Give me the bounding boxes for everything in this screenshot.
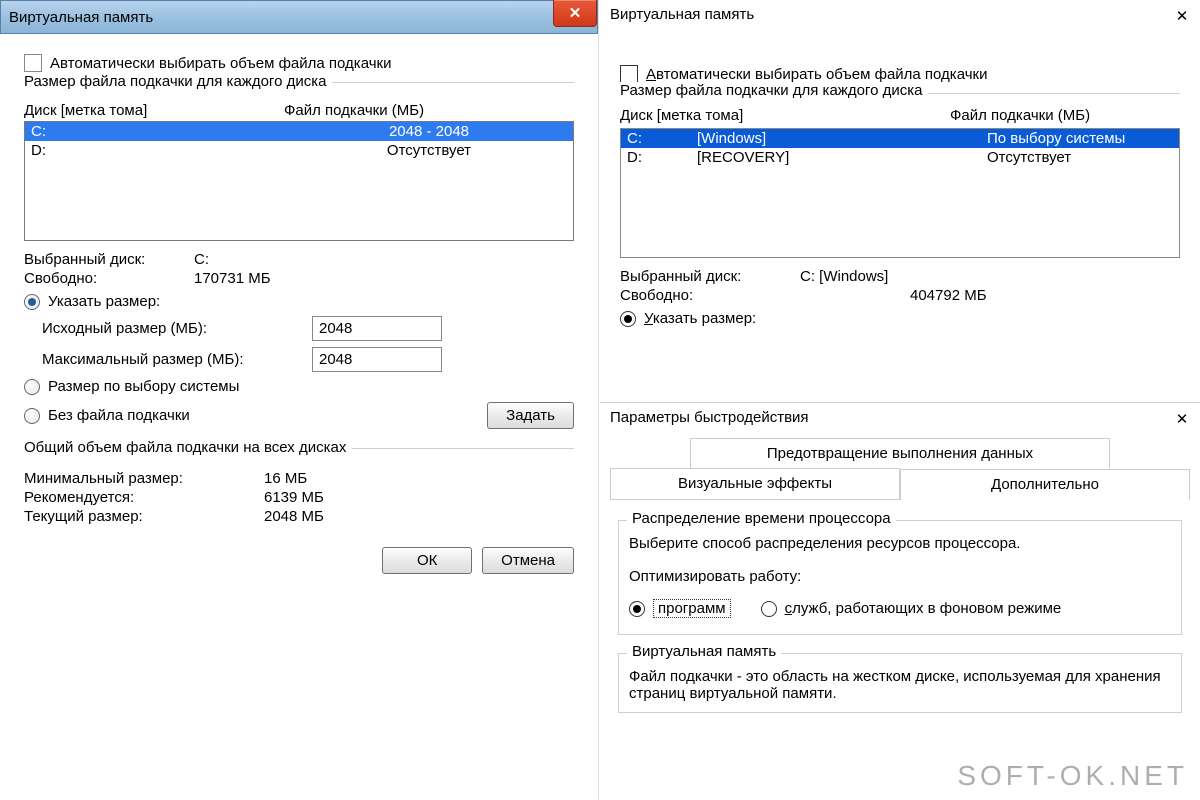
recommended-value: 6139 МБ	[264, 489, 324, 506]
services-radio[interactable]	[761, 601, 777, 617]
drive-listbox[interactable]: C: [Windows] По выбору системы D: [RECOV…	[620, 128, 1180, 258]
column-paging: Файл подкачки (МБ)	[284, 102, 574, 119]
vm-description: Файл подкачки - это область на жестком д…	[629, 668, 1171, 702]
close-icon: ✕	[1176, 410, 1189, 428]
drive-row[interactable]: D: Отсутствует	[25, 141, 573, 160]
recommended-label: Рекомендуется:	[24, 489, 264, 506]
auto-manage-label: Автоматически выбирать объем файла подка…	[50, 55, 391, 72]
window-title: Виртуальная память	[610, 6, 754, 23]
tab-visual-effects[interactable]: Визуальные эффекты	[610, 468, 900, 499]
column-paging: Файл подкачки (МБ)	[950, 107, 1180, 124]
tab-dep[interactable]: Предотвращение выполнения данных	[690, 438, 1110, 468]
initial-size-input[interactable]	[312, 316, 442, 341]
cpu-scheduling-group: Распределение времени процессора Выберит…	[618, 520, 1182, 635]
cancel-button[interactable]: Отмена	[482, 547, 574, 574]
max-size-label: Максимальный размер (МБ):	[42, 351, 302, 368]
custom-size-label: Указать размер:	[644, 310, 756, 327]
minimum-label: Минимальный размер:	[24, 470, 264, 487]
services-label: служб, работающих в фоновом режиме	[785, 600, 1062, 617]
cpu-group-legend: Распределение времени процессора	[627, 510, 896, 527]
drive-row[interactable]: C: [Windows] По выбору системы	[621, 129, 1179, 148]
column-drive: Диск [метка тома]	[24, 102, 284, 119]
custom-size-radio[interactable]	[620, 311, 636, 327]
drive-listbox[interactable]: C: 2048 - 2048 D: Отсутствует	[24, 121, 574, 241]
titlebar[interactable]: Параметры быстродействия ✕	[600, 403, 1200, 432]
no-paging-radio[interactable]	[24, 408, 40, 424]
tab-advanced[interactable]: Дополнительно	[900, 469, 1190, 500]
initial-size-label: Исходный размер (МБ):	[42, 320, 302, 337]
optimize-label: Оптимизировать работу:	[629, 568, 1171, 585]
selected-drive-value: C:	[194, 251, 209, 268]
close-button[interactable]: ✕	[553, 0, 597, 27]
window-title: Параметры быстродействия	[610, 409, 809, 426]
per-drive-legend: Размер файла подкачки для каждого диска	[620, 82, 928, 99]
per-drive-legend: Размер файла подкачки для каждого диска	[24, 73, 332, 90]
free-space-label: Свободно:	[24, 270, 194, 287]
close-button[interactable]: ✕	[1172, 409, 1192, 429]
set-button[interactable]: Задать	[487, 402, 574, 429]
per-drive-group: Размер файла подкачки для каждого диска …	[620, 93, 1180, 327]
virtual-memory-dialog-win7: Виртуальная память ✕ Автоматически выбир…	[0, 0, 599, 800]
auto-manage-checkbox[interactable]	[24, 54, 42, 72]
programs-label: программ	[653, 599, 731, 618]
drive-row[interactable]: D: [RECOVERY] Отсутствует	[621, 148, 1179, 167]
total-group: Общий объем файла подкачки на всех диска…	[24, 448, 574, 525]
no-paging-label: Без файла подкачки	[48, 407, 190, 424]
free-space-value: 170731 МБ	[194, 270, 271, 287]
max-size-input[interactable]	[312, 347, 442, 372]
current-label: Текущий размер:	[24, 508, 264, 525]
custom-size-label: Указать размер:	[48, 293, 160, 310]
performance-options-dialog: Параметры быстродействия ✕ Предотвращени…	[600, 402, 1200, 800]
per-drive-group: Размер файла подкачки для каждого диска …	[24, 82, 574, 430]
auto-manage-checkbox[interactable]	[620, 65, 638, 83]
free-space-label: Свободно:	[620, 287, 800, 304]
titlebar[interactable]: Виртуальная память ✕	[600, 0, 1200, 29]
column-drive: Диск [метка тома]	[620, 107, 950, 124]
drive-row[interactable]: C: 2048 - 2048	[25, 122, 573, 141]
titlebar[interactable]: Виртуальная память ✕	[0, 0, 598, 34]
selected-drive-value: C: [Windows]	[800, 268, 888, 285]
system-managed-radio[interactable]	[24, 379, 40, 395]
total-legend: Общий объем файла подкачки на всех диска…	[24, 439, 352, 456]
virtual-memory-group: Виртуальная память Файл подкачки - это о…	[618, 653, 1182, 713]
window-title: Виртуальная память	[9, 9, 153, 26]
programs-radio[interactable]	[629, 601, 645, 617]
close-button[interactable]: ✕	[1172, 6, 1192, 26]
vm-group-legend: Виртуальная память	[627, 643, 781, 660]
close-icon: ✕	[569, 4, 582, 22]
custom-size-radio[interactable]	[24, 294, 40, 310]
selected-drive-label: Выбранный диск:	[620, 268, 800, 285]
ok-button[interactable]: ОК	[382, 547, 472, 574]
selected-drive-label: Выбранный диск:	[24, 251, 194, 268]
free-space-value: 404792 МБ	[800, 287, 987, 304]
current-value: 2048 МБ	[264, 508, 324, 525]
auto-manage-label: Автоматически выбирать объем файла подка…	[646, 66, 987, 83]
minimum-value: 16 МБ	[264, 470, 307, 487]
system-managed-label: Размер по выбору системы	[48, 378, 239, 395]
close-icon: ✕	[1176, 7, 1189, 25]
cpu-description: Выберите способ распределения ресурсов п…	[629, 535, 1171, 552]
